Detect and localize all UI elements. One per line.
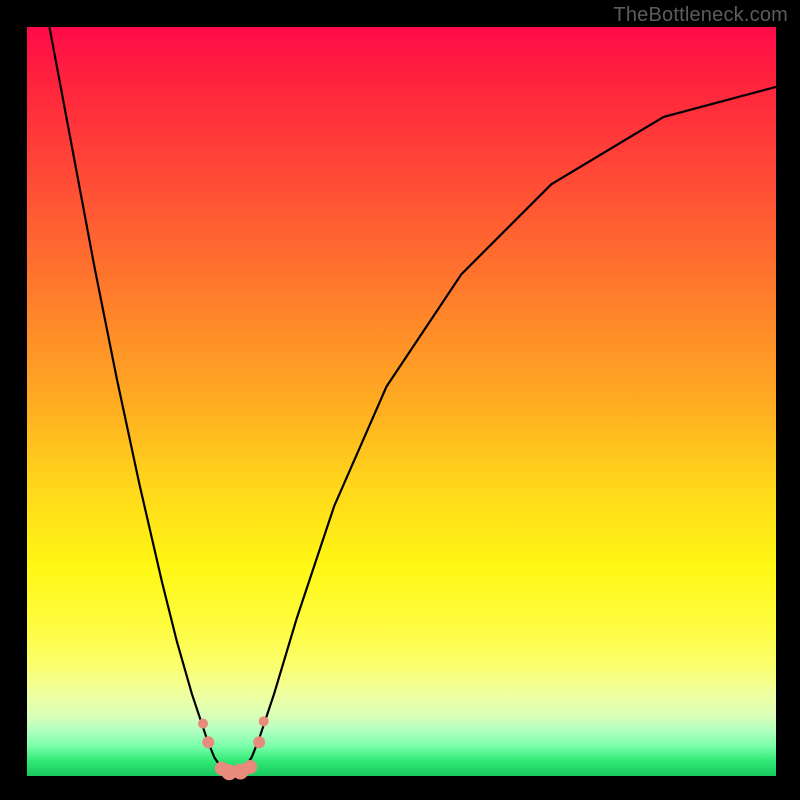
- data-marker: [198, 719, 208, 729]
- plot-area: [27, 27, 776, 776]
- chart-frame: TheBottleneck.com: [0, 0, 800, 800]
- watermark-text: TheBottleneck.com: [613, 4, 788, 27]
- data-marker: [243, 760, 257, 774]
- bottleneck-curve: [49, 27, 776, 773]
- data-marker: [202, 736, 214, 748]
- data-markers: [198, 716, 269, 780]
- data-marker: [259, 716, 269, 726]
- bottleneck-curve-svg: [27, 27, 776, 776]
- data-marker: [253, 736, 265, 748]
